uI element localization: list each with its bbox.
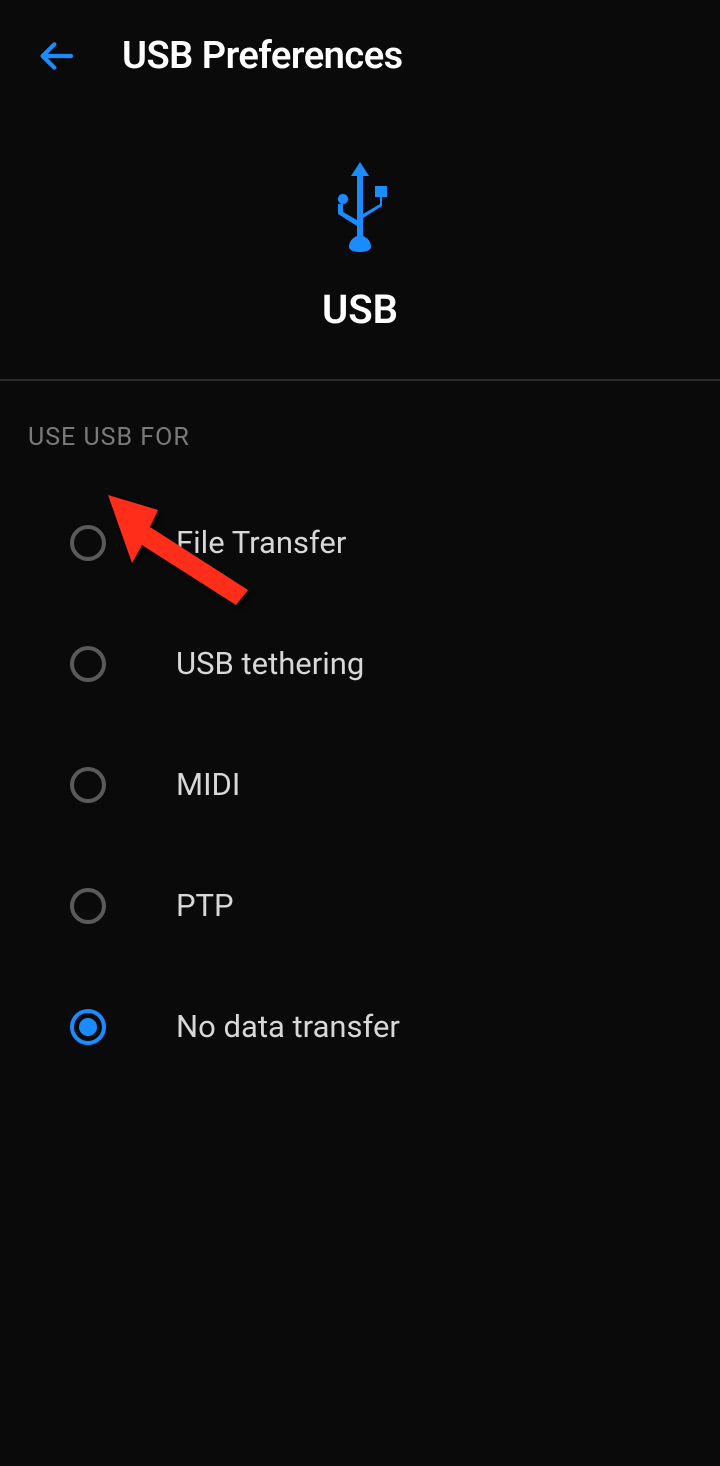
app-header: USB Preferences [0, 0, 720, 112]
usb-hero-label: USB [322, 286, 398, 333]
option-label: PTP [176, 887, 234, 924]
option-label: USB tethering [176, 645, 364, 682]
option-ptp[interactable]: PTP [28, 845, 692, 966]
radio-icon [70, 525, 106, 561]
usb-icon [325, 162, 395, 256]
usb-hero-section: USB [0, 112, 720, 379]
page-title: USB Preferences [122, 34, 403, 78]
back-arrow-icon [36, 36, 76, 76]
option-no-data-transfer[interactable]: No data transfer [28, 966, 692, 1087]
radio-icon [70, 888, 106, 924]
section-header: USE USB FOR [0, 381, 720, 482]
radio-icon [70, 767, 106, 803]
back-button[interactable] [36, 36, 76, 76]
option-midi[interactable]: MIDI [28, 724, 692, 845]
option-label: File Transfer [176, 524, 346, 561]
radio-icon [70, 1009, 106, 1045]
option-file-transfer[interactable]: File Transfer [28, 482, 692, 603]
option-label: MIDI [176, 766, 240, 803]
option-label: No data transfer [176, 1008, 400, 1045]
radio-icon [70, 646, 106, 682]
usb-options-list: File Transfer USB tethering MIDI PTP No … [0, 482, 720, 1087]
option-usb-tethering[interactable]: USB tethering [28, 603, 692, 724]
